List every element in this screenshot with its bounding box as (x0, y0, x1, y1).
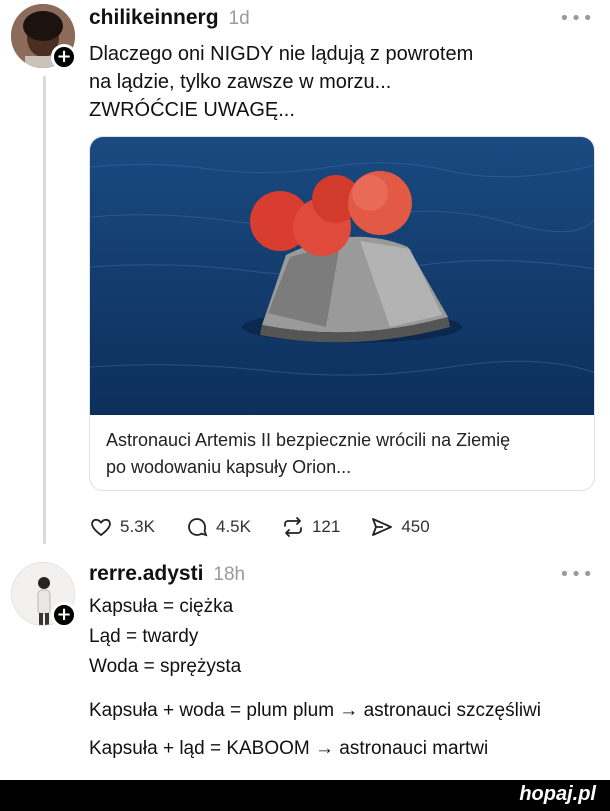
link-card[interactable]: Astronauci Artemis II bezpiecznie wrócil… (89, 136, 595, 491)
brand-logo: hopaj.pl (519, 783, 596, 805)
repost-button[interactable]: 121 (281, 515, 340, 539)
post-header: chilikeinnerg 1d (89, 6, 250, 36)
share-button[interactable]: 450 (370, 515, 430, 539)
comment-count: 4.5K (215, 517, 251, 536)
share-icon (372, 518, 393, 536)
post-line: Kapsuła + ląd = KABOOM → astronauci mart… (89, 738, 489, 759)
comment-icon (188, 518, 208, 537)
like-button[interactable]: 5.3K (89, 515, 155, 539)
capsule-photo (90, 137, 594, 415)
timestamp: 18h (213, 564, 246, 585)
post-header: rerre.adysti 18h (89, 562, 245, 592)
post-text: Dlaczego oni NIGDY nie lądują z powrotem… (89, 43, 474, 121)
thread-line (43, 76, 46, 544)
post-2: + rerre.adysti 18h ••• Kapsuła = ciężka … (0, 552, 610, 780)
username[interactable]: rerre.adysti (89, 562, 203, 586)
username[interactable]: chilikeinnerg (89, 6, 219, 30)
post-line: Kapsuła + woda = plum plum → astronauci … (89, 700, 541, 721)
post-line: Woda = sprężysta (89, 656, 242, 677)
card-caption: Astronauci Artemis II bezpiecznie wrócil… (106, 430, 511, 477)
more-icon[interactable]: ••• (559, 564, 594, 585)
follow-plus-icon[interactable]: + (51, 602, 77, 628)
post-line: Ląd = twardy (89, 626, 199, 647)
timestamp: 1d (228, 8, 250, 29)
comment-button[interactable]: 4.5K (185, 515, 251, 539)
post-line: Kapsuła = ciężka (89, 596, 234, 617)
post-1: + chilikeinnerg 1d ••• Dlaczego oni NIGD… (0, 0, 610, 552)
like-count: 5.3K (120, 517, 155, 536)
watermark-bar: hopaj.pl (0, 780, 610, 811)
heart-icon (91, 518, 111, 537)
follow-plus-icon[interactable]: + (51, 44, 77, 70)
avatar-wrapper[interactable]: + (11, 4, 77, 70)
repost-icon (284, 517, 302, 537)
avatar-wrapper[interactable]: + (11, 562, 77, 628)
repost-count: 121 (311, 517, 341, 536)
share-count: 450 (401, 517, 430, 536)
action-bar: 5.3K 4.5K 121 450 (89, 512, 460, 542)
more-icon[interactable]: ••• (559, 8, 594, 29)
